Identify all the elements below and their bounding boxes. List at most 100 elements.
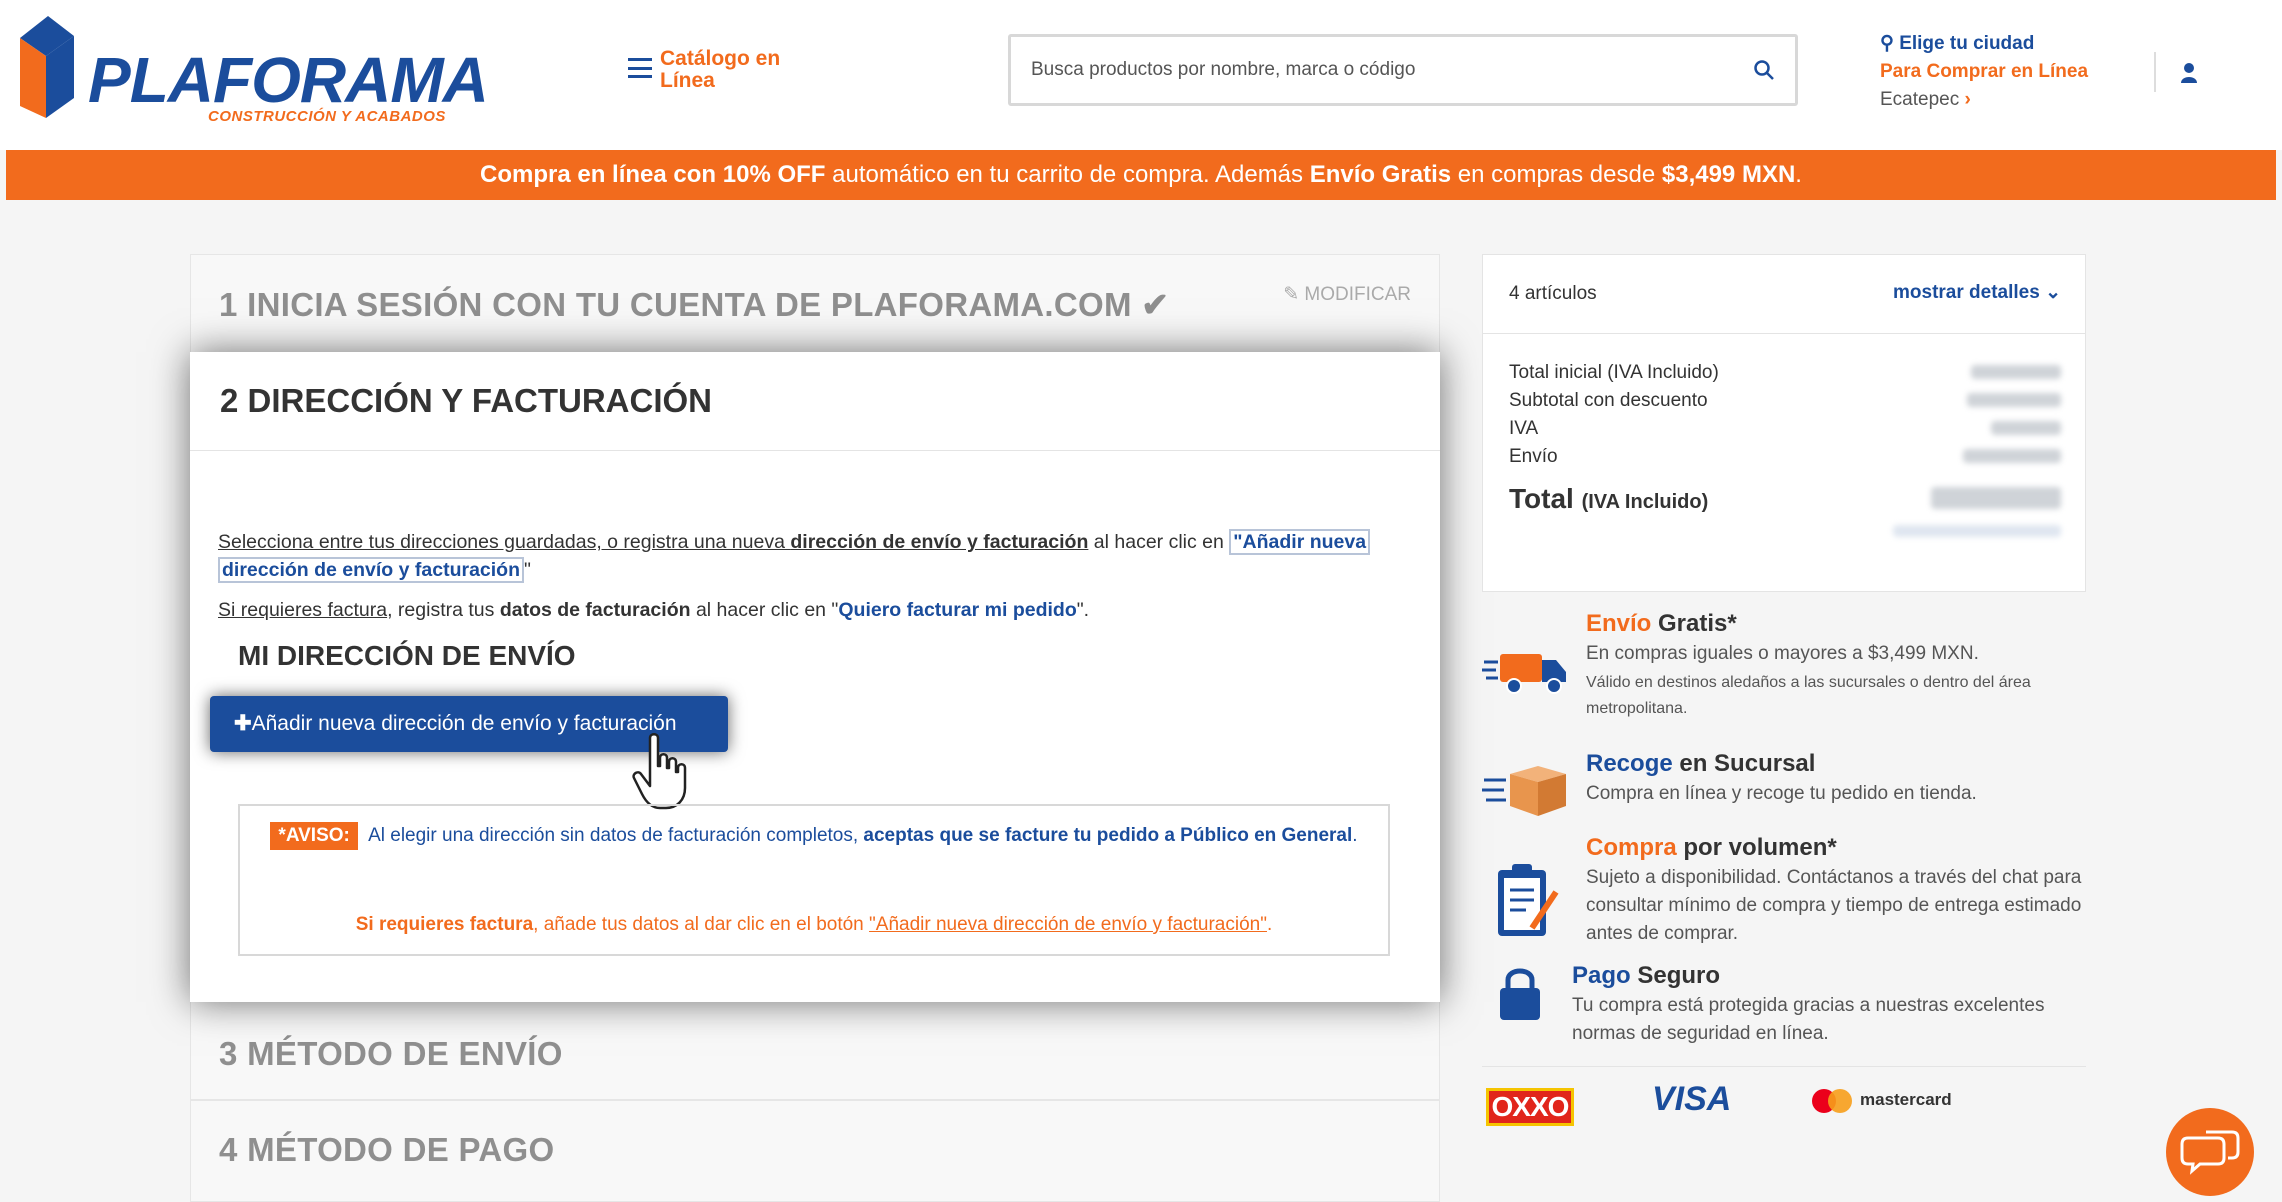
- mastercard-label: mastercard: [1860, 1090, 1952, 1109]
- invoice-text-c: datos de facturación: [499, 599, 691, 621]
- total-row: Total (IVA Incluido): [1509, 483, 1709, 514]
- row-subtotal: Subtotal con descuento: [1509, 390, 1708, 411]
- clipboard-icon: [1498, 864, 1559, 936]
- site-header: PLAFORAMA CONSTRUCCIÓN Y ACABADOS Catálo…: [0, 0, 2282, 150]
- notice2-text-a: Si requieres factura: [355, 914, 534, 935]
- benefit-volume-purchase: Compra por volumen* Sujeto a disponibili…: [1482, 834, 2102, 954]
- row-shipping: Envío: [1509, 446, 1558, 467]
- notice-text-c: .: [1352, 825, 1358, 846]
- invoice-notice-box: *AVISO: Al elegir una dirección sin dato…: [238, 804, 1390, 956]
- benefit-free-shipping: Envío Gratis* En compras iguales o mayor…: [1482, 610, 2102, 730]
- city-title: Elige tu ciudad: [1899, 33, 2035, 54]
- step-3-title: 3 MÉTODO DE ENVÍO: [219, 1035, 563, 1072]
- map-marker-icon: ⚲: [1880, 33, 1894, 54]
- notice-line-1: *AVISO: Al elegir una dirección sin dato…: [240, 822, 1388, 850]
- search-icon[interactable]: [1753, 59, 1775, 81]
- city-value: Ecatepec: [1880, 89, 1960, 110]
- invoice-text-d: al hacer clic en ": [690, 599, 839, 621]
- step-1-login: 1 INICIA SESIÓN CON TU CUENTA DE PLAFORA…: [190, 254, 1440, 354]
- intro-text: Selecciona entre tus direcciones guardad…: [218, 531, 791, 553]
- plaforama-logo[interactable]: PLAFORAMA CONSTRUCCIÓN Y ACABADOS: [18, 14, 489, 125]
- benefit-text: En compras iguales o mayores a $3,499 MX…: [1586, 643, 1979, 664]
- banner-part-4: en compras desde: [1451, 161, 1662, 188]
- search-input[interactable]: [1031, 55, 1731, 85]
- modify-link[interactable]: ✎ MODIFICAR: [1283, 283, 1411, 306]
- package-icon: [1482, 766, 1566, 816]
- plus-icon: ✚: [234, 712, 252, 735]
- add-address-label: Añadir nueva dirección de envío y factur…: [251, 712, 677, 735]
- intro-bold: dirección de envío y facturación: [790, 531, 1089, 553]
- card-divider: [190, 450, 1440, 451]
- address-instructions: Selecciona entre tus direcciones guardad…: [218, 528, 1398, 584]
- show-details-toggle[interactable]: mostrar detalles ⌄: [1893, 281, 2061, 304]
- invoice-text-a: Si requieres factura: [218, 599, 388, 621]
- blurred-value: [1971, 365, 2061, 379]
- step-2-title: 2 DIRECCIÓN Y FACTURACIÓN: [220, 382, 713, 419]
- visa-logo: VISA: [1652, 1080, 1732, 1118]
- benefit-title: Compra por volumen*: [1586, 834, 1837, 861]
- add-address-inline-link[interactable]: "Añadir nueva: [1229, 529, 1371, 555]
- intro-end: ": [524, 559, 531, 581]
- invoice-text-b: , registra tus: [387, 599, 500, 621]
- logo-tagline: CONSTRUCCIÓN Y ACABADOS: [208, 108, 446, 125]
- invoice-link[interactable]: Quiero facturar mi pedido: [838, 599, 1076, 621]
- notice-text-a: Al elegir una dirección sin datos de fac…: [363, 825, 864, 846]
- invoice-text-e: ".: [1076, 599, 1090, 621]
- row-iva: IVA: [1509, 418, 1539, 439]
- city-selector[interactable]: ⚲ Elige tu ciudad Para Comprar en Línea …: [1880, 30, 2088, 114]
- intro-text-2: al hacer clic en: [1088, 531, 1230, 553]
- benefit-text: Tu compra está protegida gracias a nuest…: [1572, 995, 2045, 1044]
- summary-rows: Total inicial (IVA Incluido) Subtotal co…: [1509, 359, 1719, 471]
- notice2-link[interactable]: "Añadir nueva dirección de envío y factu…: [869, 914, 1267, 935]
- hamburger-icon: [628, 58, 652, 78]
- logo-wordmark: PLAFORAMA: [88, 44, 489, 116]
- chevron-right-icon: ›: [1964, 89, 1971, 110]
- step-4-title: 4 MÉTODO DE PAGO: [219, 1131, 555, 1168]
- benefit-text: Compra en línea y recoge tu pedido en ti…: [1586, 783, 1977, 804]
- catalog-label: Catálogo en Línea: [660, 47, 781, 92]
- step-4-payment-method[interactable]: 4 MÉTODO DE PAGO: [190, 1100, 1440, 1202]
- step-1-title: 1 INICIA SESIÓN CON TU CUENTA DE PLAFORA…: [219, 286, 1170, 323]
- oxxo-logo: OXXO: [1486, 1088, 1574, 1126]
- banner-part-2: automático en tu carrito de compra. Adem…: [825, 161, 1310, 188]
- blurred-value: [1991, 421, 2061, 435]
- blurred-link: [1893, 525, 2061, 537]
- benefit-secure-payment: Pago Seguro Tu compra está protegida gra…: [1482, 962, 2102, 1062]
- benefit-store-pickup: Recoge en Sucursal Compra en línea y rec…: [1482, 750, 2102, 830]
- city-subtitle: Para Comprar en Línea: [1880, 61, 2089, 82]
- blurred-total: [1931, 487, 2061, 509]
- notice2-text-b: , añade tus datos al dar clic en el botó…: [533, 914, 870, 935]
- benefit-title: Recoge en Sucursal: [1586, 750, 1816, 777]
- checkmark-icon: ✔: [1141, 286, 1170, 323]
- aviso-badge: *AVISO:: [270, 822, 358, 850]
- blurred-value: [1963, 449, 2061, 463]
- benefit-title: Envío Gratis*: [1586, 610, 1737, 637]
- notice2-text-c: .: [1266, 914, 1273, 935]
- pointer-hand-icon: [632, 733, 687, 810]
- truck-icon: [1482, 654, 1566, 694]
- logo-mark-icon: [20, 16, 74, 118]
- promo-banner: Compra en línea con 10% OFF automático e…: [6, 150, 2276, 200]
- chat-button[interactable]: [2166, 1108, 2254, 1196]
- item-count: 4 artículos: [1509, 283, 1597, 304]
- chevron-down-icon: ⌄: [2045, 282, 2061, 303]
- notice-text-b: aceptas que se facture tu pedido a Públi…: [863, 825, 1353, 846]
- row-initial-total: Total inicial (IVA Incluido): [1509, 362, 1719, 383]
- blurred-value: [1967, 393, 2061, 407]
- banner-part-3: Envío Gratis: [1309, 161, 1452, 188]
- summary-divider: [1483, 333, 2085, 334]
- benefit-text: Sujeto a disponibilidad. Contáctanos a t…: [1586, 867, 2082, 944]
- add-address-inline-link-cont[interactable]: dirección de envío y facturación: [218, 557, 525, 583]
- invoice-instructions: Si requieres factura, registra tus datos…: [218, 596, 1398, 624]
- payments-divider: [1482, 1066, 2086, 1067]
- header-divider: [2154, 52, 2156, 92]
- notice-line-2: Si requieres factura, añade tus datos al…: [240, 914, 1388, 936]
- lock-icon: [1500, 968, 1540, 1020]
- benefit-note: Válido en destinos aledaños a las sucurs…: [1586, 674, 2031, 717]
- shipping-address-title: MI DIRECCIÓN DE ENVÍO: [238, 640, 576, 671]
- search-box: [1008, 34, 1798, 106]
- banner-part-1: Compra en línea con 10% OFF: [480, 161, 826, 188]
- user-icon[interactable]: [2180, 62, 2198, 84]
- catalog-menu-button[interactable]: Catálogo en Línea: [628, 48, 800, 92]
- step-3-shipping-method[interactable]: 3 MÉTODO DE ENVÍO: [190, 1000, 1440, 1100]
